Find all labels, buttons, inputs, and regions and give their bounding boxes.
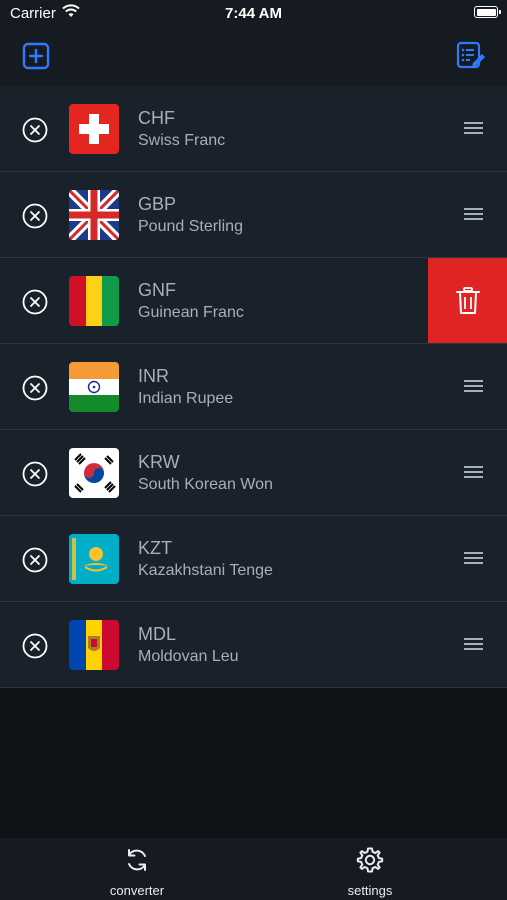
- status-bar: Carrier 7:44 AM: [0, 0, 507, 28]
- currency-name: Guinean Franc: [138, 304, 244, 321]
- reorder-handle-icon[interactable]: [464, 638, 483, 650]
- currency-code: KZT: [138, 538, 172, 558]
- reorder-handle-icon[interactable]: [464, 122, 483, 134]
- remove-circle-icon[interactable]: [22, 375, 48, 401]
- refresh-icon: [128, 849, 146, 871]
- currency-row-mdl[interactable]: MDL Moldovan Leu: [0, 602, 507, 688]
- remove-circle-icon[interactable]: [22, 547, 48, 573]
- currency-row-gbp[interactable]: GBP Pound Sterling: [0, 172, 507, 258]
- flag-switzerland-icon: [69, 104, 119, 154]
- currency-name: Kazakhstani Tenge: [138, 562, 273, 579]
- remove-circle-icon[interactable]: [22, 289, 48, 315]
- flag-south-korea-icon: [69, 448, 119, 498]
- currency-name: Pound Sterling: [138, 218, 243, 235]
- gear-icon: [356, 847, 384, 873]
- delete-button[interactable]: [428, 258, 507, 343]
- remove-circle-icon[interactable]: [22, 633, 48, 659]
- navigation-bar: [0, 28, 507, 86]
- flag-kazakhstan-icon: [69, 534, 119, 584]
- tab-converter[interactable]: converter: [77, 846, 197, 898]
- flag-moldova-icon: [69, 620, 119, 670]
- reorder-handle-icon[interactable]: [464, 466, 483, 478]
- currency-code: KRW: [138, 452, 180, 472]
- remove-circle-icon[interactable]: [22, 117, 48, 143]
- currency-name: Moldovan Leu: [138, 648, 239, 665]
- add-currency-button[interactable]: [20, 40, 52, 72]
- flag-india-icon: [69, 362, 119, 412]
- currency-code: MDL: [138, 624, 177, 644]
- plus-square-icon: [22, 42, 50, 70]
- flag-united-kingdom-icon: [69, 190, 119, 240]
- currency-row-gnf[interactable]: GNF Guinean Franc: [0, 258, 507, 344]
- currency-row-krw[interactable]: KRW South Korean Won: [0, 430, 507, 516]
- flag-guinea-icon: [69, 276, 119, 326]
- tab-settings-label: settings: [347, 883, 393, 898]
- currency-code: GBP: [138, 194, 177, 214]
- currency-list: CHF Swiss Franc GBP Pound Sterling GNF G…: [0, 86, 507, 688]
- currency-code: GNF: [138, 280, 176, 300]
- reorder-handle-icon[interactable]: [464, 208, 483, 220]
- tab-bar: converter settings: [0, 838, 507, 900]
- clock: 7:44 AM: [225, 5, 282, 22]
- battery-icon: [474, 6, 501, 18]
- list-edit-icon: [456, 41, 485, 69]
- remove-circle-icon[interactable]: [22, 203, 48, 229]
- remove-circle-icon[interactable]: [22, 461, 48, 487]
- currency-name: South Korean Won: [138, 476, 273, 493]
- currency-row-inr[interactable]: INR Indian Rupee: [0, 344, 507, 430]
- currency-name: Swiss Franc: [138, 132, 226, 149]
- trash-icon: [455, 286, 480, 314]
- tab-converter-label: converter: [109, 883, 165, 898]
- edit-list-button[interactable]: [455, 40, 487, 72]
- reorder-handle-icon[interactable]: [464, 552, 483, 564]
- currency-row-chf[interactable]: CHF Swiss Franc: [0, 86, 507, 172]
- tab-settings[interactable]: settings: [310, 846, 430, 898]
- reorder-handle-icon[interactable]: [464, 380, 483, 392]
- currency-code: CHF: [138, 108, 175, 128]
- currency-name: Indian Rupee: [138, 390, 234, 407]
- currency-code: INR: [138, 366, 169, 386]
- currency-row-kzt[interactable]: KZT Kazakhstani Tenge: [0, 516, 507, 602]
